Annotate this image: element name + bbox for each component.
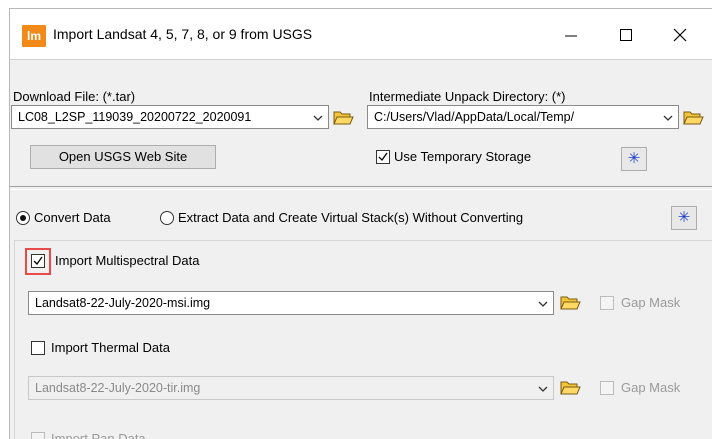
window-title: Import Landsat 4, 5, 7, 8, or 9 from USG… [53,26,313,42]
close-button[interactable] [658,19,702,51]
use-temp-storage-label: Use Temporary Storage [394,149,532,164]
import-thermal-label: Import Thermal Data [51,340,170,355]
checkmark-icon [378,152,388,162]
chevron-down-icon [538,386,548,392]
extract-data-label: Extract Data and Create Virtual Stack(s)… [178,210,524,225]
folder-open-icon[interactable] [559,292,581,312]
use-temp-storage-checkbox[interactable] [376,150,390,164]
chevron-down-icon [663,115,673,121]
unpack-dir-label: Intermediate Unpack Directory: (*) [369,89,566,104]
download-file-value: LC08_L2SP_119039_20200722_2020091 [18,110,252,124]
import-pan-label: Import Pan Data [51,431,146,439]
app-icon: lm [22,25,46,47]
multispectral-file-value: Landsat8-22-July-2020-msi.img [35,296,211,310]
folder-open-icon[interactable] [682,107,704,127]
title-bar: lm Import Landsat 4, 5, 7, 8, or 9 from … [10,9,712,59]
settings-star-button[interactable]: ✳ [621,147,647,171]
thermal-gap-mask-label: Gap Mask [621,380,681,395]
extract-data-radio[interactable] [160,211,174,225]
minimize-icon [565,35,577,37]
close-icon [673,28,687,42]
download-file-combo[interactable]: LC08_L2SP_119039_20200722_2020091 [11,105,329,129]
convert-star-button[interactable]: ✳ [671,206,697,230]
open-usgs-button[interactable]: Open USGS Web Site [30,145,216,169]
convert-data-label: Convert Data [34,210,111,225]
chevron-down-icon [313,115,323,121]
multispectral-file-combo[interactable]: Landsat8-22-July-2020-msi.img [28,291,554,315]
thermal-file-combo[interactable]: Landsat8-22-July-2020-tir.img [28,376,554,400]
convert-data-radio[interactable] [16,211,30,225]
import-multispectral-label: Import Multispectral Data [55,253,200,268]
folder-open-icon[interactable] [559,377,581,397]
thermal-file-value: Landsat8-22-July-2020-tir.img [35,381,201,395]
highlight-box [25,248,51,275]
import-thermal-checkbox[interactable] [31,341,45,355]
download-panel: Download File: (*.tar) LC08_L2SP_119039_… [10,59,712,187]
convert-panel: Convert Data Extract Data and Create Vir… [10,189,712,439]
import-pan-checkbox[interactable] [31,432,45,439]
unpack-dir-combo[interactable]: C:/Users/Vlad/AppData/Local/Temp/ [367,105,679,129]
thermal-gap-mask-checkbox[interactable] [600,381,614,395]
multispectral-gap-mask-checkbox[interactable] [600,296,614,310]
maximize-icon [620,29,632,41]
unpack-dir-value: C:/Users/Vlad/AppData/Local/Temp/ [374,110,575,124]
maximize-button[interactable] [604,19,648,51]
chevron-down-icon [538,301,548,307]
multispectral-gap-mask-label: Gap Mask [621,295,681,310]
minimize-button[interactable] [549,19,593,51]
import-landsat-dialog: lm Import Landsat 4, 5, 7, 8, or 9 from … [9,8,712,439]
folder-open-icon[interactable] [332,107,354,127]
download-file-label: Download File: (*.tar) [13,89,136,104]
